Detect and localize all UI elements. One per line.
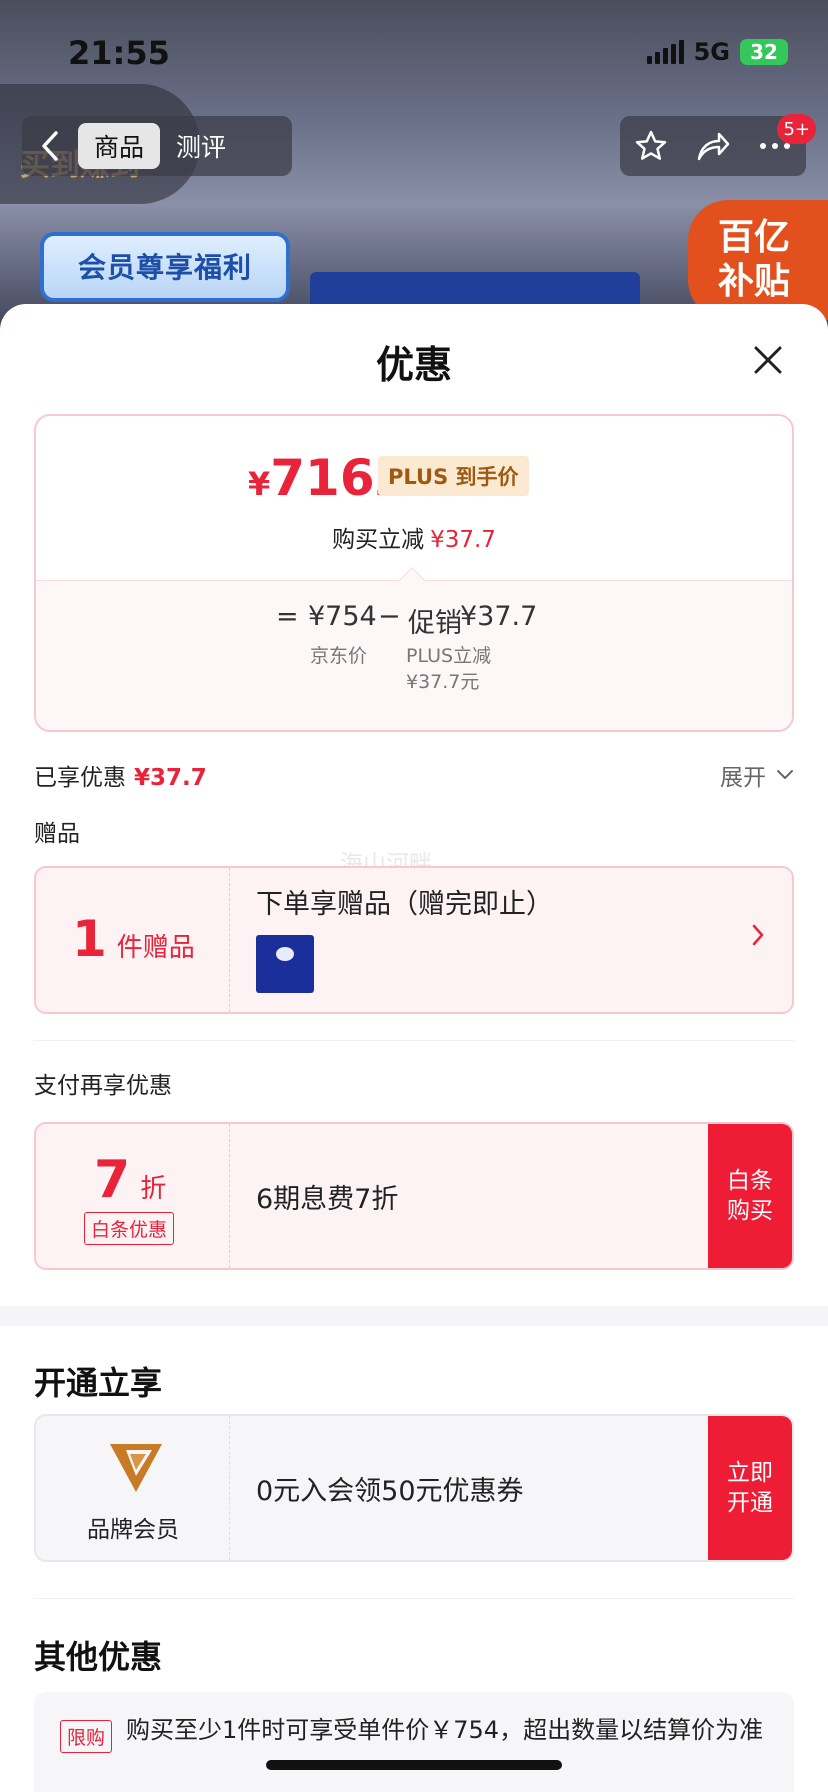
gift-bag-image (256, 935, 314, 993)
member-offer-text: 0元入会领50元优惠券 (256, 1475, 524, 1507)
discount-sheet: 优惠 ¥ 716 .3 PLUS 到手价 购买立减¥37.7 = ¥754 京东… (0, 304, 828, 1792)
expand-button[interactable]: 展开 (720, 758, 794, 792)
nav-tabs-bar: 商品 测评 (22, 116, 292, 176)
tab-review[interactable]: 测评 (160, 123, 242, 169)
enjoyed-discount: 已享优惠 ¥37.7 (34, 765, 207, 791)
jd-price-value: ¥754 (308, 601, 377, 632)
brand-member-logo-icon (110, 1444, 162, 1492)
payment-offer-card: 7折 白条优惠 6期息费7折 白条购买 (34, 1122, 794, 1270)
sheet-title: 优惠 (375, 343, 452, 387)
favorite-button[interactable] (626, 121, 676, 171)
promo-value: ¥37.7 (460, 601, 538, 632)
share-button[interactable] (688, 121, 738, 171)
subsidy-badge: 百亿 补贴 (688, 200, 828, 320)
equals-sign: = (276, 601, 299, 632)
open-now-button[interactable]: 立即开通 (708, 1416, 792, 1560)
status-bar: 21:55 5G 32 (0, 0, 828, 100)
member-offer-card: 品牌会员 0元入会领50元优惠券 立即开通 (34, 1414, 794, 1562)
chevron-down-icon (777, 770, 793, 779)
payment-offer-text: 6期息费7折 (256, 1183, 399, 1215)
purchase-limit-offer: 限购 购买至少1件时可享受单件价￥754，超出数量以结算价为准 (34, 1692, 794, 1792)
battery-icon: 32 (740, 39, 788, 65)
discount-value: 7折 (94, 1150, 167, 1210)
gift-section-label: 赠品 (34, 821, 80, 847)
status-time: 21:55 (68, 34, 170, 72)
pay-section-label: 支付再享优惠 (34, 1073, 172, 1099)
plus-reduce-value: ¥37.7元 (406, 671, 480, 693)
brand-member-label: 品牌会员 (87, 1517, 179, 1543)
chevron-right-icon (752, 924, 764, 950)
price-formula: = ¥754 京东价 − 促销 ¥37.7 PLUS立减 ¥37.7元 (36, 580, 792, 730)
minus-sign: − (378, 601, 401, 632)
share-icon (697, 132, 730, 161)
plus-price-tag: PLUS 到手价 (378, 456, 529, 496)
close-button[interactable] (748, 340, 788, 380)
limit-text: 购买至少1件时可享受单件价￥754，超出数量以结算价为准 (126, 1716, 764, 1744)
member-benefit-banner: 会员尊享福利 (40, 232, 290, 302)
open-section-title: 开通立享 (34, 1364, 163, 1402)
price-breakdown-card: ¥ 716 .3 PLUS 到手价 购买立减¥37.7 = ¥754 京东价 −… (34, 414, 794, 732)
limit-tag: 限购 (60, 1720, 113, 1753)
gift-count: 1 件赠品 (72, 910, 195, 968)
home-indicator (266, 1760, 562, 1770)
signal-icon (646, 40, 684, 64)
buy-reduce-text: 购买立减 ¥37.7 (332, 527, 496, 553)
chevron-left-icon (42, 131, 58, 161)
star-icon (635, 130, 667, 160)
jd-price-label: 京东价 (310, 645, 368, 667)
promo-label: 促销 (408, 608, 462, 639)
gift-offer-text: 下单享赠品（赠完即止） (256, 889, 553, 920)
tab-product[interactable]: 商品 (78, 123, 161, 169)
other-section-title: 其他优惠 (34, 1638, 163, 1676)
network-type: 5G (693, 38, 730, 66)
baitiao-buy-button[interactable]: 白条购买 (708, 1124, 792, 1268)
baitiao-tag: 白条优惠 (84, 1212, 175, 1245)
plus-reduce-label: PLUS立减 (406, 645, 492, 667)
close-icon (754, 346, 782, 374)
gift-offer-card[interactable]: 1 件赠品 下单享赠品（赠完即止） (34, 866, 794, 1014)
back-button[interactable] (22, 116, 78, 176)
notification-badge: 5+ (777, 114, 816, 144)
